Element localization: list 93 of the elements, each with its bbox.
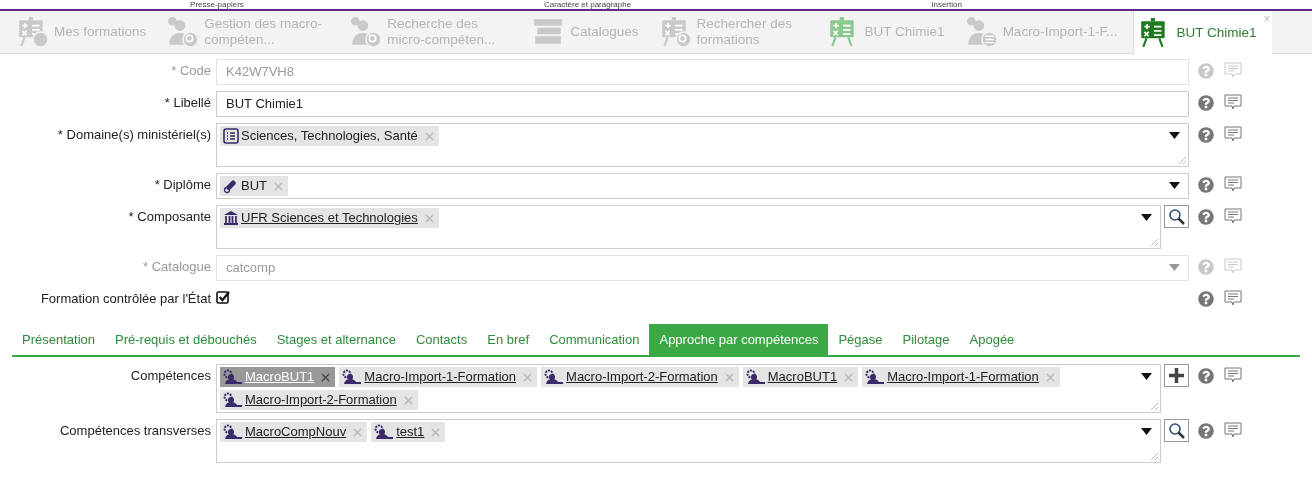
field-label: * Diplôme [153, 176, 211, 192]
comment-icon[interactable] [1224, 126, 1242, 143]
tag-link[interactable]: MacroCompNouv [245, 423, 347, 441]
help-icon[interactable] [1198, 367, 1214, 384]
comment-icon[interactable] [1224, 176, 1242, 193]
ribbon-group-label: Insertion [931, 0, 962, 9]
easel-person-icon [16, 16, 48, 48]
tag-chip[interactable]: MacroCompNouv [220, 422, 368, 442]
section-tab[interactable]: Apogée [959, 324, 1025, 355]
gear-person-icon [223, 392, 243, 408]
resize-handle-icon[interactable] [1178, 156, 1187, 165]
select-field[interactable]: BUT [216, 173, 1189, 199]
comment-icon[interactable] [1224, 208, 1242, 225]
dropdown-arrow-icon[interactable] [1169, 132, 1180, 139]
tag-chip[interactable]: MacroBUT1 [742, 367, 859, 387]
gear-person-icon [223, 424, 243, 440]
tag-chip[interactable]: test1 [371, 422, 446, 442]
section-tab[interactable]: Stages et alternance [266, 324, 406, 355]
person-search-icon [166, 16, 199, 48]
field-label: Compétences transverses [59, 422, 211, 438]
section-tab[interactable]: Contacts [405, 324, 478, 355]
help-icon[interactable] [1198, 422, 1214, 439]
tag-chip[interactable]: Macro-Import-2-Formation [541, 367, 739, 387]
tag-link[interactable]: MacroBUT1 [767, 368, 838, 386]
tag-chip[interactable]: Sciences, Technologies, Santé [220, 126, 439, 146]
section-tab[interactable]: Communication [539, 324, 650, 355]
tag-chip[interactable]: BUT [220, 176, 288, 196]
field-label: * Code [170, 62, 211, 78]
resize-handle-icon[interactable] [1150, 402, 1159, 411]
tag-link[interactable]: Macro-Import-2-Formation [566, 368, 718, 386]
section-tab[interactable]: Pégase [828, 324, 893, 355]
person-search-icon [349, 16, 382, 48]
section-tab[interactable]: En bref [477, 324, 540, 355]
list-icon [223, 128, 239, 144]
gear-person-icon [544, 369, 565, 385]
section-tab[interactable]: Pilotage [892, 324, 960, 355]
checkbox[interactable] [216, 290, 230, 304]
tag-link[interactable]: Macro-Import-2-Formation [245, 391, 397, 409]
help-icon[interactable] [1198, 208, 1214, 225]
tag-link[interactable]: Macro-Import-1-Formation [364, 368, 517, 386]
section-tab[interactable]: Présentation [12, 324, 105, 355]
tag-link[interactable]: test1 [396, 423, 425, 441]
gear-person-icon [223, 369, 243, 385]
dropdown-arrow-icon[interactable] [1141, 214, 1152, 221]
help-icon[interactable] [1198, 290, 1214, 307]
ribbon-group-label: Caractère et paragraphe [543, 0, 632, 9]
field-label: Compétences [129, 367, 211, 383]
section-tab[interactable]: Pré-requis et débouchés [105, 324, 267, 355]
resize-handle-icon[interactable] [1150, 238, 1159, 247]
select-field[interactable]: MacroCompNouv test1 [216, 419, 1161, 463]
text-field[interactable]: BUT Chimie1 [216, 91, 1189, 117]
dropdown-arrow-icon[interactable] [1141, 428, 1152, 435]
window-tab[interactable]: BUT Chimie1 × [1133, 11, 1273, 54]
field-label: Formation contrôlée par l'État [39, 290, 211, 306]
select-field[interactable]: MacroBUT1 Macro-Import-1-Formation Macro-Import-2-Formation MacroBUT1 Macro-Import-1-Formation Macro-Import-2-Formation [216, 364, 1161, 413]
search-button[interactable] [1164, 419, 1189, 442]
search-icon [1168, 422, 1185, 439]
comment-icon[interactable] [1224, 367, 1242, 384]
gear-person-icon [374, 424, 395, 440]
comment-icon[interactable] [1224, 290, 1242, 307]
field-label: * Composante [127, 208, 211, 224]
help-icon[interactable] [1198, 126, 1214, 143]
gear-person-icon [865, 369, 886, 385]
tag-link[interactable]: Macro-Import-1-Formation [887, 368, 1039, 386]
search-button[interactable] [1164, 205, 1189, 228]
tag-chip[interactable]: Macro-Import-1-Formation [862, 367, 1060, 387]
gear-person-icon [745, 369, 766, 385]
building-icon [223, 210, 239, 226]
person-list-icon [964, 16, 997, 48]
resize-handle-icon[interactable] [1150, 452, 1159, 461]
gear-person-icon [342, 369, 363, 385]
scroll-icon [223, 178, 239, 194]
tag-chip[interactable]: Macro-Import-2-Formation [220, 390, 418, 410]
comment-icon[interactable] [1224, 422, 1242, 439]
ribbon-group-label: Presse-papiers [190, 0, 244, 9]
field-label: * Domaine(s) ministériel(s) [56, 126, 211, 142]
field-label: * Libellé [163, 94, 211, 110]
dropdown-arrow-icon[interactable] [1141, 373, 1152, 380]
select-field[interactable]: UFR Sciences et Technologies [216, 205, 1161, 249]
select-field[interactable]: Sciences, Technologies, Santé [216, 123, 1189, 167]
tag-link[interactable]: UFR Sciences et Technologies [241, 209, 418, 227]
tag-chip[interactable]: UFR Sciences et Technologies [220, 208, 439, 228]
help-icon[interactable] [1198, 94, 1214, 111]
tag-chip[interactable]: Macro-Import-1-Formation [339, 367, 538, 387]
comment-icon[interactable] [1224, 94, 1242, 111]
plus-icon [1168, 367, 1185, 384]
add-button[interactable] [1164, 364, 1189, 387]
dropdown-arrow-icon[interactable] [1169, 182, 1180, 189]
tag-label: BUT [241, 177, 267, 195]
search-icon [1168, 208, 1185, 225]
help-icon[interactable] [1198, 176, 1214, 193]
field-label: * Catalogue [142, 258, 211, 274]
tag-label: Sciences, Technologies, Santé [241, 127, 418, 145]
